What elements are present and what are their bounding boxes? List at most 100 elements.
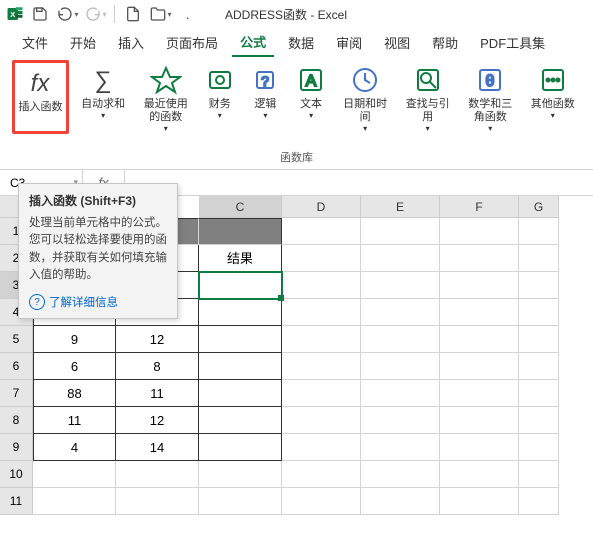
row-header[interactable]: 10	[0, 461, 33, 488]
cell[interactable]	[361, 218, 440, 245]
cell[interactable]: 11	[116, 380, 199, 407]
col-header-g[interactable]: G	[519, 196, 559, 218]
cell[interactable]	[282, 299, 361, 326]
tab-insert[interactable]: 插入	[110, 29, 152, 56]
cell[interactable]	[282, 380, 361, 407]
tooltip-learn-more-link[interactable]: 了解详细信息	[29, 294, 167, 310]
open-folder-icon[interactable]: ▾	[149, 3, 173, 25]
cell[interactable]	[282, 218, 361, 245]
col-header-c[interactable]: C	[199, 196, 282, 218]
tab-formulas[interactable]: 公式	[232, 28, 274, 57]
cell[interactable]	[440, 488, 519, 515]
math-button[interactable]: θ 数学和三角函数▾	[462, 60, 519, 134]
cell[interactable]	[199, 326, 282, 353]
tab-view[interactable]: 视图	[376, 29, 418, 56]
cell[interactable]: 11	[33, 407, 116, 434]
cell[interactable]	[519, 434, 559, 461]
datetime-button[interactable]: 日期和时间▾	[337, 60, 394, 134]
col-header-e[interactable]: E	[361, 196, 440, 218]
row-header[interactable]: 11	[0, 488, 33, 515]
cell[interactable]	[282, 245, 361, 272]
tab-data[interactable]: 数据	[280, 29, 322, 56]
cell[interactable]	[519, 407, 559, 434]
cell[interactable]	[519, 461, 559, 488]
cell[interactable]	[519, 218, 559, 245]
cell[interactable]	[519, 353, 559, 380]
cell[interactable]	[282, 326, 361, 353]
cell[interactable]	[519, 380, 559, 407]
cell[interactable]: 4	[33, 434, 116, 461]
cell[interactable]	[519, 299, 559, 326]
cell[interactable]	[199, 434, 282, 461]
insert-function-button[interactable]: fx 插入函数	[12, 60, 69, 134]
col-header-f[interactable]: F	[440, 196, 519, 218]
cell[interactable]: 8	[116, 353, 199, 380]
row-header[interactable]: 6	[0, 353, 33, 380]
cell[interactable]	[199, 380, 282, 407]
cell[interactable]	[361, 353, 440, 380]
cell[interactable]	[282, 434, 361, 461]
cell[interactable]	[440, 380, 519, 407]
cell[interactable]	[361, 461, 440, 488]
cell[interactable]	[440, 434, 519, 461]
cell[interactable]: 14	[116, 434, 199, 461]
autosum-button[interactable]: ∑ 自动求和▾	[75, 60, 132, 134]
cell[interactable]: 结果	[199, 245, 282, 272]
cell[interactable]	[116, 461, 199, 488]
cell[interactable]	[440, 461, 519, 488]
cell[interactable]: 88	[33, 380, 116, 407]
cell[interactable]	[361, 326, 440, 353]
cell[interactable]: 6	[33, 353, 116, 380]
selected-cell[interactable]	[199, 272, 282, 299]
row-header[interactable]: 9	[0, 434, 33, 461]
cell[interactable]	[282, 461, 361, 488]
cell[interactable]	[282, 407, 361, 434]
cell[interactable]	[440, 299, 519, 326]
tab-layout[interactable]: 页面布局	[158, 29, 226, 56]
row-header[interactable]: 8	[0, 407, 33, 434]
cell[interactable]: 12	[116, 407, 199, 434]
tab-help[interactable]: 帮助	[424, 29, 466, 56]
redo-icon[interactable]: ▾	[84, 3, 108, 25]
customize-qat-icon[interactable]: ⡀	[177, 3, 201, 25]
cell[interactable]	[361, 272, 440, 299]
new-file-icon[interactable]	[121, 3, 145, 25]
cell[interactable]	[116, 488, 199, 515]
cell[interactable]	[282, 272, 361, 299]
cell[interactable]	[282, 488, 361, 515]
cell[interactable]: 12	[116, 326, 199, 353]
cell[interactable]	[440, 326, 519, 353]
cell[interactable]	[519, 488, 559, 515]
cell[interactable]	[519, 245, 559, 272]
cell[interactable]	[199, 461, 282, 488]
tab-pdf[interactable]: PDF工具集	[472, 29, 553, 56]
col-header-d[interactable]: D	[282, 196, 361, 218]
finance-button[interactable]: 财务▾	[200, 60, 240, 134]
more-functions-button[interactable]: 其他函数▾	[524, 60, 581, 134]
cell[interactable]	[519, 326, 559, 353]
cell[interactable]	[361, 245, 440, 272]
recent-functions-button[interactable]: 最近使用的函数▾	[137, 60, 194, 134]
cell[interactable]	[440, 407, 519, 434]
cell[interactable]	[282, 353, 361, 380]
logic-button[interactable]: ? 逻辑▾	[246, 60, 286, 134]
cell[interactable]	[199, 488, 282, 515]
cell[interactable]	[440, 353, 519, 380]
cell[interactable]	[199, 218, 282, 245]
lookup-button[interactable]: 查找与引用▾	[399, 60, 456, 134]
row-header[interactable]: 5	[0, 326, 33, 353]
cell[interactable]	[440, 245, 519, 272]
cell[interactable]	[199, 299, 282, 326]
cell[interactable]	[519, 272, 559, 299]
cell[interactable]	[361, 380, 440, 407]
tab-home[interactable]: 开始	[62, 29, 104, 56]
cell[interactable]	[440, 272, 519, 299]
cell[interactable]	[361, 488, 440, 515]
cell[interactable]	[440, 218, 519, 245]
undo-icon[interactable]: ▾	[56, 3, 80, 25]
cell[interactable]: 9	[33, 326, 116, 353]
tab-file[interactable]: 文件	[14, 29, 56, 56]
save-icon[interactable]	[28, 3, 52, 25]
row-header[interactable]: 7	[0, 380, 33, 407]
cell[interactable]	[361, 434, 440, 461]
